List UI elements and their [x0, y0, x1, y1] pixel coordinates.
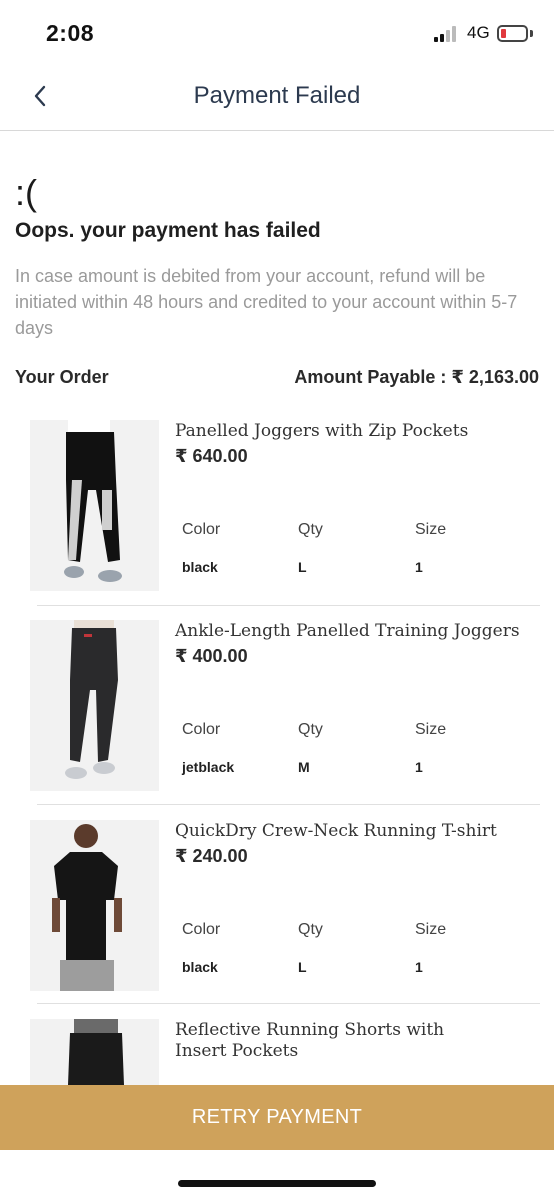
qty-value: L	[298, 959, 307, 975]
product-price: ₹ 240.00	[175, 846, 248, 866]
item-divider	[37, 1003, 540, 1004]
size-label: Size	[415, 721, 447, 738]
product-name: QuickDry Crew-Neck Running T-shirt	[175, 821, 497, 841]
failure-description: In case amount is debited from your acco…	[15, 266, 518, 338]
network-type: 4G	[467, 23, 490, 42]
status-bar: 2:08 4G	[0, 0, 554, 64]
order-item[interactable]: Panelled Joggers with Zip Pockets ₹ 640.…	[0, 420, 554, 620]
color-value: black	[182, 559, 218, 575]
order-item[interactable]: QuickDry Crew-Neck Running T-shirt ₹ 240…	[0, 820, 554, 1020]
color-value: black	[182, 959, 218, 975]
color-label: Color	[182, 921, 221, 938]
item-divider	[37, 804, 540, 805]
battery-low-icon	[497, 25, 528, 42]
battery-cap	[530, 30, 533, 37]
product-image	[30, 1019, 159, 1085]
size-label: Size	[415, 921, 447, 938]
retry-payment-button[interactable]: RETRY PAYMENT	[0, 1085, 554, 1150]
home-indicator[interactable]	[178, 1180, 376, 1187]
signal-bars-icon	[434, 26, 456, 42]
size-label: Size	[415, 521, 447, 538]
item-divider	[37, 605, 540, 606]
color-label: Color	[182, 721, 221, 738]
product-image	[30, 820, 159, 991]
product-image	[30, 420, 159, 591]
order-item[interactable]: Ankle-Length Panelled Training Joggers ₹…	[0, 620, 554, 820]
product-image	[30, 620, 159, 791]
color-value: jetblack	[182, 759, 235, 775]
qty-label: Qty	[298, 921, 323, 938]
sad-face-text: :(	[15, 172, 37, 213]
failure-title: Oops. your payment has failed	[15, 219, 321, 242]
qty-value: L	[298, 559, 307, 575]
product-price: ₹ 400.00	[175, 646, 248, 666]
status-time: 2:08	[46, 20, 95, 46]
qty-label: Qty	[298, 721, 323, 738]
order-item[interactable]: Reflective Running Shorts with Insert Po…	[0, 1019, 554, 1085]
your-order-label: Your Order	[15, 367, 109, 387]
page-title: Payment Failed	[193, 82, 361, 109]
size-value: 1	[415, 559, 423, 575]
size-value: 1	[415, 959, 423, 975]
qty-value: M	[298, 759, 310, 775]
product-name: Reflective Running Shorts with Insert Po…	[175, 1020, 445, 1061]
product-name: Ankle-Length Panelled Training Joggers	[175, 621, 520, 641]
size-value: 1	[415, 759, 423, 775]
product-price: ₹ 640.00	[175, 446, 248, 466]
amount-payable: Amount Payable : ₹ 2,163.00	[294, 367, 539, 387]
qty-label: Qty	[298, 521, 323, 538]
color-label: Color	[182, 521, 221, 538]
nav-header: Payment Failed	[0, 64, 554, 131]
product-name: Panelled Joggers with Zip Pockets	[175, 421, 469, 441]
